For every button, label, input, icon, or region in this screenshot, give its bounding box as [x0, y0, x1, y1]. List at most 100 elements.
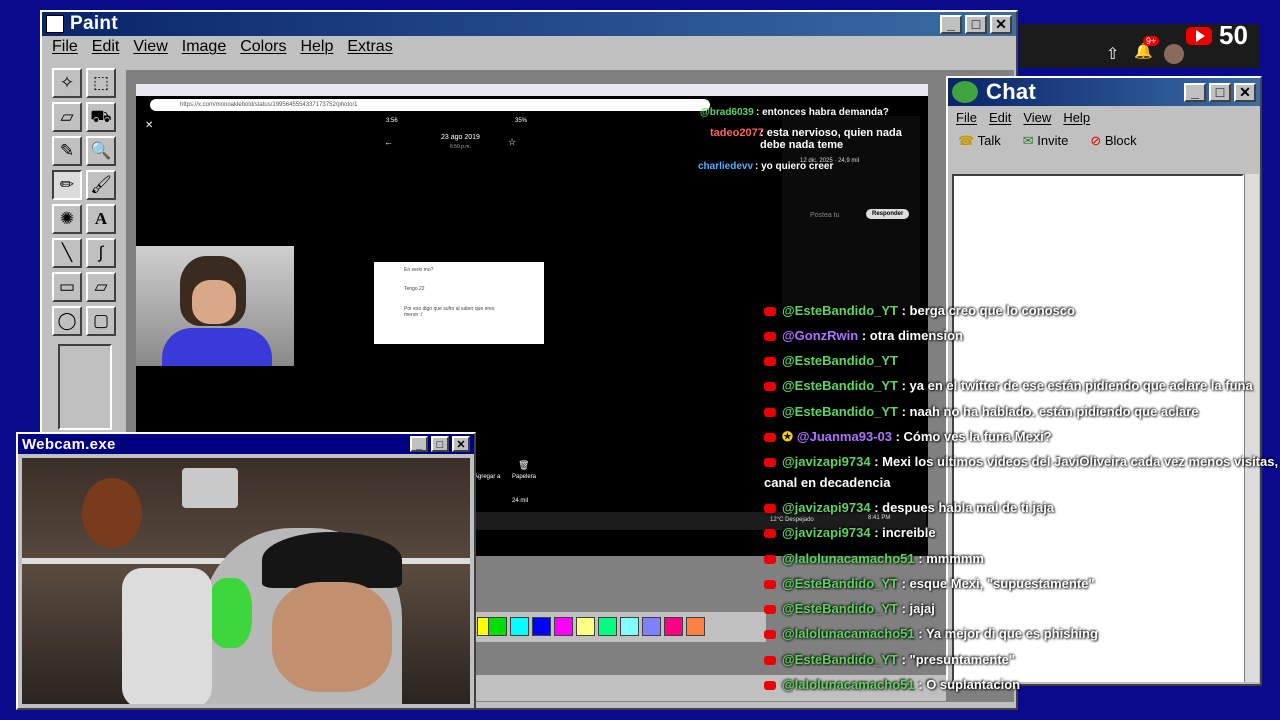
play-icon [1196, 30, 1205, 42]
youtube-icon [764, 433, 776, 443]
headset-icon [208, 578, 252, 648]
color-swatch[interactable] [664, 617, 683, 636]
viewer-count: 50 [1219, 20, 1248, 50]
talk-button[interactable]: ☎ Talk [958, 133, 1001, 149]
rect-select-tool[interactable]: ⬚ [86, 68, 116, 98]
menu-view[interactable]: View [133, 38, 167, 56]
curve-tool[interactable]: ∫ [86, 238, 116, 268]
youtube-icon [764, 504, 776, 514]
brush-tool[interactable]: 🖌 [86, 170, 116, 200]
color-swatch[interactable] [510, 617, 529, 636]
chat-line: canal en decadencia [764, 475, 891, 490]
menu-image[interactable]: Image [182, 38, 226, 56]
fill-tool[interactable]: ⛟ [86, 102, 116, 132]
airbrush-tool[interactable]: ✺ [52, 204, 82, 234]
webcam-feed [22, 458, 470, 704]
eraser-tool[interactable]: ▱ [52, 102, 82, 132]
line-tool[interactable]: ╲ [52, 238, 82, 268]
rectangle-tool[interactable]: ▭ [52, 272, 82, 302]
color-swatch[interactable] [686, 617, 705, 636]
youtube-icon [764, 382, 776, 392]
paint-app-icon [46, 15, 64, 33]
youtube-icon [764, 555, 776, 565]
paint-title: Paint [70, 13, 118, 34]
color-swatch[interactable] [532, 617, 551, 636]
chat-line: @EsteBandido_YT : naah no ha hablado. es… [764, 404, 1199, 419]
menu-help[interactable]: Help [300, 38, 333, 56]
papelera-label[interactable]: Papelera [512, 474, 536, 480]
menu-edit[interactable]: Edit [92, 38, 120, 56]
color-swatch[interactable] [598, 617, 617, 636]
color-swatch[interactable] [554, 617, 573, 636]
message-3: Por eso digo que sufro al saber que eres… [404, 306, 495, 318]
chat-maximize-button[interactable]: □ [1209, 82, 1231, 102]
polygon-tool[interactable]: ▱ [86, 272, 116, 302]
color-picker-tool[interactable]: ✎ [52, 136, 82, 166]
agregar-label[interactable]: Agregar a [474, 474, 500, 480]
block-button[interactable]: ⊘ Block [1090, 133, 1136, 149]
menu-extras[interactable]: Extras [347, 38, 392, 56]
chat-app-icon [952, 81, 978, 103]
close-button[interactable]: ✕ [990, 14, 1012, 34]
chat-message-area[interactable] [952, 174, 1244, 682]
top-chat-user-3: charliedevv [698, 161, 754, 172]
chat-minimize-button[interactable]: _ [1184, 82, 1206, 102]
youtube-icon [764, 656, 776, 666]
person-face-main [272, 582, 392, 692]
trash-icon: 🗑 [518, 460, 530, 470]
chat-scrollbar[interactable] [1244, 174, 1259, 682]
free-select-tool[interactable]: ✧ [52, 68, 82, 98]
chair-back [122, 568, 212, 704]
youtube-icon [764, 681, 776, 691]
paint-titlebar: Paint _ □ ✕ [42, 12, 1016, 36]
chat-menu-help[interactable]: Help [1063, 110, 1090, 125]
top-chat-user-2: tadeo2077 [710, 127, 764, 139]
tool-options-box[interactable] [58, 344, 112, 430]
talk-icon: ☎ [958, 133, 975, 148]
chat-menubar: File Edit View Help [948, 106, 1260, 129]
chat-menu-edit[interactable]: Edit [989, 110, 1011, 125]
color-swatch[interactable] [642, 617, 661, 636]
pencil-tool[interactable]: ✏ [52, 170, 82, 200]
webcam-close-button[interactable]: ✕ [452, 436, 470, 452]
webcam-minimize-button[interactable]: _ [410, 436, 428, 452]
chat-menu-view[interactable]: View [1023, 110, 1051, 125]
reply-button[interactable]: Responder [866, 209, 910, 219]
webcam-window: Webcam.exe _ □ ✕ [16, 432, 476, 710]
text-tool[interactable]: A [86, 204, 116, 234]
color-swatch[interactable] [620, 617, 639, 636]
menu-file[interactable]: File [52, 38, 78, 56]
message-1: En serio mo? [404, 267, 434, 273]
ellipse-tool[interactable]: ◯ [52, 306, 82, 336]
phone-message-card [374, 262, 544, 344]
invite-button[interactable]: ✉ Invite [1023, 133, 1069, 149]
chat-close-button[interactable]: ✕ [1234, 82, 1256, 102]
webcam-maximize-button[interactable]: □ [431, 436, 449, 452]
color-swatch[interactable] [576, 617, 595, 636]
share-icon[interactable]: ⇧ [1106, 44, 1119, 64]
reply-input[interactable]: Postea tu [810, 212, 840, 219]
person-cap [262, 532, 402, 588]
chat-line: @javizapi9734 : despues habla mal de ti … [764, 500, 1054, 515]
menu-colors[interactable]: Colors [240, 38, 286, 56]
browser-close-icon[interactable]: ✕ [145, 120, 153, 131]
browser-addressbar[interactable]: https://x.com/monoaklebold/status/199564… [150, 99, 710, 111]
maximize-button[interactable]: □ [965, 14, 987, 34]
chat-line: @javizapi9734 : Mexi los ultimos videos … [764, 454, 1278, 469]
chat-line: @EsteBandido_YT : ya en el twitter de es… [764, 378, 1253, 393]
youtube-icon [764, 605, 776, 615]
browser-tabstrip [136, 84, 928, 96]
chat-menu-file[interactable]: File [956, 110, 977, 125]
invite-label: Invite [1037, 133, 1069, 148]
person-face [192, 280, 236, 324]
minimize-button[interactable]: _ [940, 14, 962, 34]
avatar[interactable] [1164, 44, 1184, 64]
top-chat-text-2: : esta nervioso, quien nada debe nada te… [760, 127, 902, 151]
color-swatch[interactable] [488, 617, 507, 636]
paint-menubar: File Edit View Image Colors Help Extras [42, 36, 1016, 58]
notification-badge: 9+ [1143, 36, 1160, 46]
phone-time: 3:56 [386, 118, 398, 124]
rounded-rect-tool[interactable]: ▢ [86, 306, 116, 336]
magnifier-icon[interactable]: 🔍 [86, 136, 116, 166]
chat-title: Chat [986, 79, 1037, 104]
